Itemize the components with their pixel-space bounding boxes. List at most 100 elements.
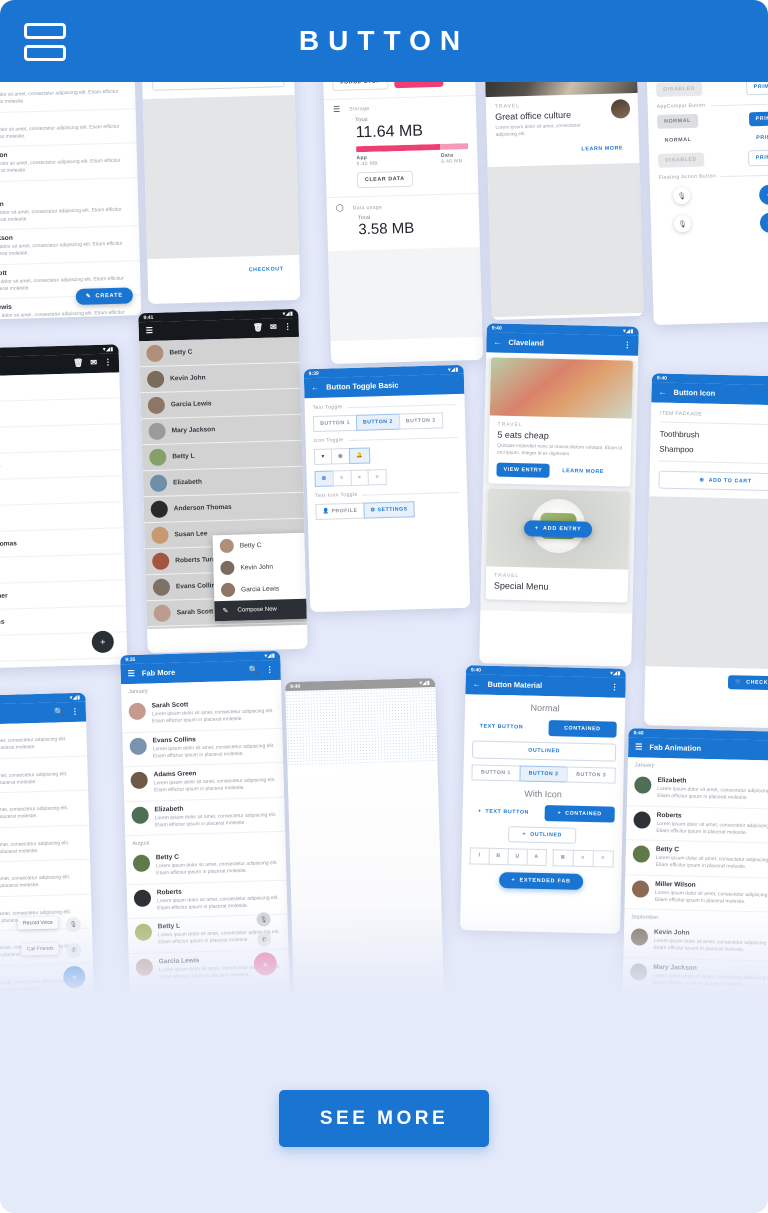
compose-new-item[interactable]: ✎ Compose New — [214, 598, 307, 622]
view-entry-button[interactable]: VIEW ENTRY — [496, 462, 550, 479]
align-center-icon[interactable]: ≡ — [572, 849, 593, 868]
list-item[interactable]: Betty CLorem ipsum dolor sit amet, conse… — [0, 790, 90, 830]
menu-item[interactable]: Garcia Lewis — [214, 577, 307, 602]
trash-icon[interactable]: 🗑 — [253, 323, 263, 332]
toggle-button-1[interactable]: BUTTON 1 — [312, 414, 357, 433]
normal-button[interactable]: NORMAL — [657, 133, 698, 148]
plus-fab[interactable]: + — [758, 184, 768, 206]
list-item[interactable]: RobertsLorem ipsum dolor sit amet, conse… — [626, 805, 768, 844]
heart-icon[interactable]: ♥ — [313, 448, 332, 466]
mic-fab[interactable]: 🎙 — [672, 187, 691, 205]
list-item[interactable]: Miller WilsonLorem ipsum dolor sit amet,… — [624, 874, 768, 913]
list-item[interactable]: Elizabeth Lorem ipsum dolor sit amet, con… — [626, 771, 768, 810]
align-justify-icon[interactable]: ≡ — [350, 469, 369, 487]
primary-contained-button[interactable]: PRIMARY — [748, 111, 768, 127]
toggle-button-2[interactable]: BUTTON 2 — [519, 765, 568, 783]
search-icon[interactable]: 🔍 — [54, 707, 64, 716]
trash-icon[interactable]: 🗑 — [73, 358, 83, 367]
toggle-button-1[interactable]: BUTTON 1 — [471, 764, 520, 782]
list-item[interactable]: Adams Green Lorem ipsum dolor sit amet, c… — [123, 762, 285, 802]
eye-icon[interactable]: ◉ — [330, 448, 350, 465]
hamburger-icon[interactable]: ☰ — [146, 326, 153, 335]
extended-fab[interactable]: + EXTENDED FAB — [499, 872, 583, 890]
add-entry-fab[interactable]: + ADD ENTRY — [523, 520, 593, 539]
create-fab[interactable]: ✎ CREATE — [75, 287, 134, 305]
list-item[interactable]: Betty CLorem ipsum dolor sit amet, conse… — [625, 840, 768, 879]
list-item[interactable]: RobertsLorem ipsum dolor sit amet, conse… — [0, 859, 91, 899]
align-right-icon[interactable]: ≡ — [367, 469, 387, 486]
align-left-icon[interactable]: ≣ — [552, 849, 573, 867]
contained-button[interactable]: CONTAINED — [547, 720, 617, 738]
screen-button-icon: 9:40 ▾◢▮ ← Button Icon ITEM PACKAGE Toot… — [644, 373, 768, 729]
see-more-button[interactable]: SEE MORE — [279, 1090, 489, 1147]
bold-icon[interactable]: B — [488, 847, 508, 866]
list-item[interactable]: Susan LeeLorem ipsum dolor sit amet, con… — [0, 825, 91, 865]
arrow-back-icon[interactable]: ← — [311, 382, 319, 391]
icon-text-button[interactable]: + TEXT BUTTON — [471, 804, 537, 819]
text-icon-toggle-group: 👤 PROFILE ⚙ SETTINGS — [315, 500, 459, 520]
more-vert-icon[interactable]: ⋮ — [71, 706, 79, 715]
item-row[interactable]: Toothbrush — [660, 430, 768, 442]
arrow-back-icon[interactable]: ← — [473, 679, 481, 688]
primary-button[interactable]: PRIMARY — [749, 130, 768, 145]
toggle-button-3[interactable]: BUTTON 3 — [398, 412, 443, 430]
profile-toggle[interactable]: 👤 PROFILE — [315, 502, 364, 520]
add-to-cart-button[interactable]: ⊕ ADD TO CART — [658, 470, 768, 492]
screen-fab-text: 9:40 ▾◢▮ More Text 🔍 ⋮ Evans CollinsLore… — [0, 692, 95, 1028]
text-button[interactable]: TEXT BUTTON — [472, 719, 530, 734]
search-icon[interactable]: 🔍 — [249, 665, 259, 674]
mail-icon[interactable]: ✉ — [270, 322, 277, 331]
arrow-back-icon[interactable]: ← — [493, 337, 501, 346]
plus-fab[interactable]: + — [759, 212, 768, 234]
settings-toggle[interactable]: ⚙ SETTINGS — [363, 501, 415, 519]
checkout-button[interactable]: CHECKOUT — [242, 262, 291, 277]
icon-contained-button[interactable]: + CONTAINED — [544, 805, 615, 823]
checkout-button[interactable]: 🛒 CHECKOUT — [727, 675, 768, 691]
outlined-button[interactable]: OUTLINED — [471, 740, 617, 762]
normal-button[interactable]: NORMAL — [656, 113, 699, 129]
screen-storage: FORCE STOP UNINSTALL ☰ Storage Total 11.… — [322, 75, 484, 365]
storage-total-value: 11.64 MB — [355, 122, 424, 142]
toggle-button-2[interactable]: BUTTON 2 — [355, 413, 400, 431]
more-vert-icon[interactable]: ⋮ — [265, 665, 273, 674]
list-item[interactable]: Betty CLorem ipsum dolor sit amet, conse… — [125, 845, 287, 885]
align-right-icon[interactable]: ≡ — [592, 850, 614, 868]
bell-icon[interactable]: 🔔 — [348, 447, 371, 465]
list-item[interactable]: Sarah Scott Lorem ipsum dolor sit amet, c… — [121, 693, 283, 733]
mic-fab[interactable]: 🎙 — [673, 214, 692, 233]
clear-data-button[interactable]: CLEAR DATA — [356, 170, 413, 189]
more-vert-icon[interactable]: ⋮ — [284, 322, 292, 331]
entry-card[interactable]: TRAVEL 5 eats cheap Quisque imperdiet nu… — [488, 357, 634, 487]
list-item[interactable]: Evans CollinsLorem ipsum dolor sit amet,… — [0, 721, 88, 761]
list-item[interactable]: Evans CollinsLorem ipsum dolor sit amet,… — [122, 728, 284, 768]
italic-icon[interactable]: 𝐼 — [469, 847, 489, 865]
list-item[interactable]: Mary Jackson Lorem ipsum dolor sit amet, … — [622, 957, 768, 996]
list-item[interactable]: Kevin JohnLorem ipsum dolor sit amet, co… — [623, 923, 768, 962]
screen-mail-dark: 9:41 ▾◢▮ 🗑 ✉ ⋮ Betty C Kevin John Garcia… — [0, 344, 128, 670]
more-vert-icon[interactable]: ⋮ — [104, 358, 112, 367]
learn-more-button[interactable]: LEARN MORE — [574, 142, 630, 158]
align-center-icon[interactable]: ≡ — [332, 470, 351, 487]
list-item[interactable]: Kevin JohnLorem ipsum dolor sit amet, co… — [0, 756, 89, 796]
menu-item[interactable]: Kevin John — [213, 555, 306, 580]
primary-outlined-button[interactable]: PRIMARY — [747, 149, 768, 167]
list-item[interactable]: Elizabeth Lorem ipsum dolor sit amet, con… — [124, 797, 286, 837]
align-left-icon[interactable]: ≣ — [314, 470, 333, 488]
mail-icon[interactable]: ✉ — [90, 358, 97, 367]
toggle-button-3[interactable]: BUTTON 3 — [566, 766, 616, 784]
learn-more-button[interactable]: LEARN MORE — [555, 464, 611, 479]
list-item[interactable]: Sarah Scott Lorem ipsum dolor sit amet, c… — [621, 992, 768, 1031]
menu-card[interactable]: + ADD ENTRY TRAVEL Special Menu — [485, 488, 631, 603]
underline-icon[interactable]: U̲ — [507, 848, 527, 866]
more-vert-icon[interactable]: ⋮ — [610, 682, 618, 691]
item-row[interactable]: Shampoo — [659, 445, 768, 457]
more-vert-icon[interactable]: ⋮ — [623, 340, 631, 349]
screen-fab-more: 9:35 ▾◢▮ ☰ Fab More 🔍 ⋮ January Sarah Sc… — [120, 650, 290, 1004]
text-color-icon[interactable]: A — [526, 848, 547, 867]
icon-outlined-button[interactable]: + OUTLINED — [508, 826, 577, 844]
screen-appcompat-button: NORMAL PRIMARY DISABLED PRIMARY AppCompa… — [646, 75, 768, 326]
hamburger-icon[interactable]: ☰ — [635, 742, 642, 751]
hamburger-icon[interactable]: ☰ — [128, 668, 135, 677]
menu-item[interactable]: Betty C — [213, 533, 306, 558]
arrow-back-icon[interactable]: ← — [659, 387, 667, 396]
